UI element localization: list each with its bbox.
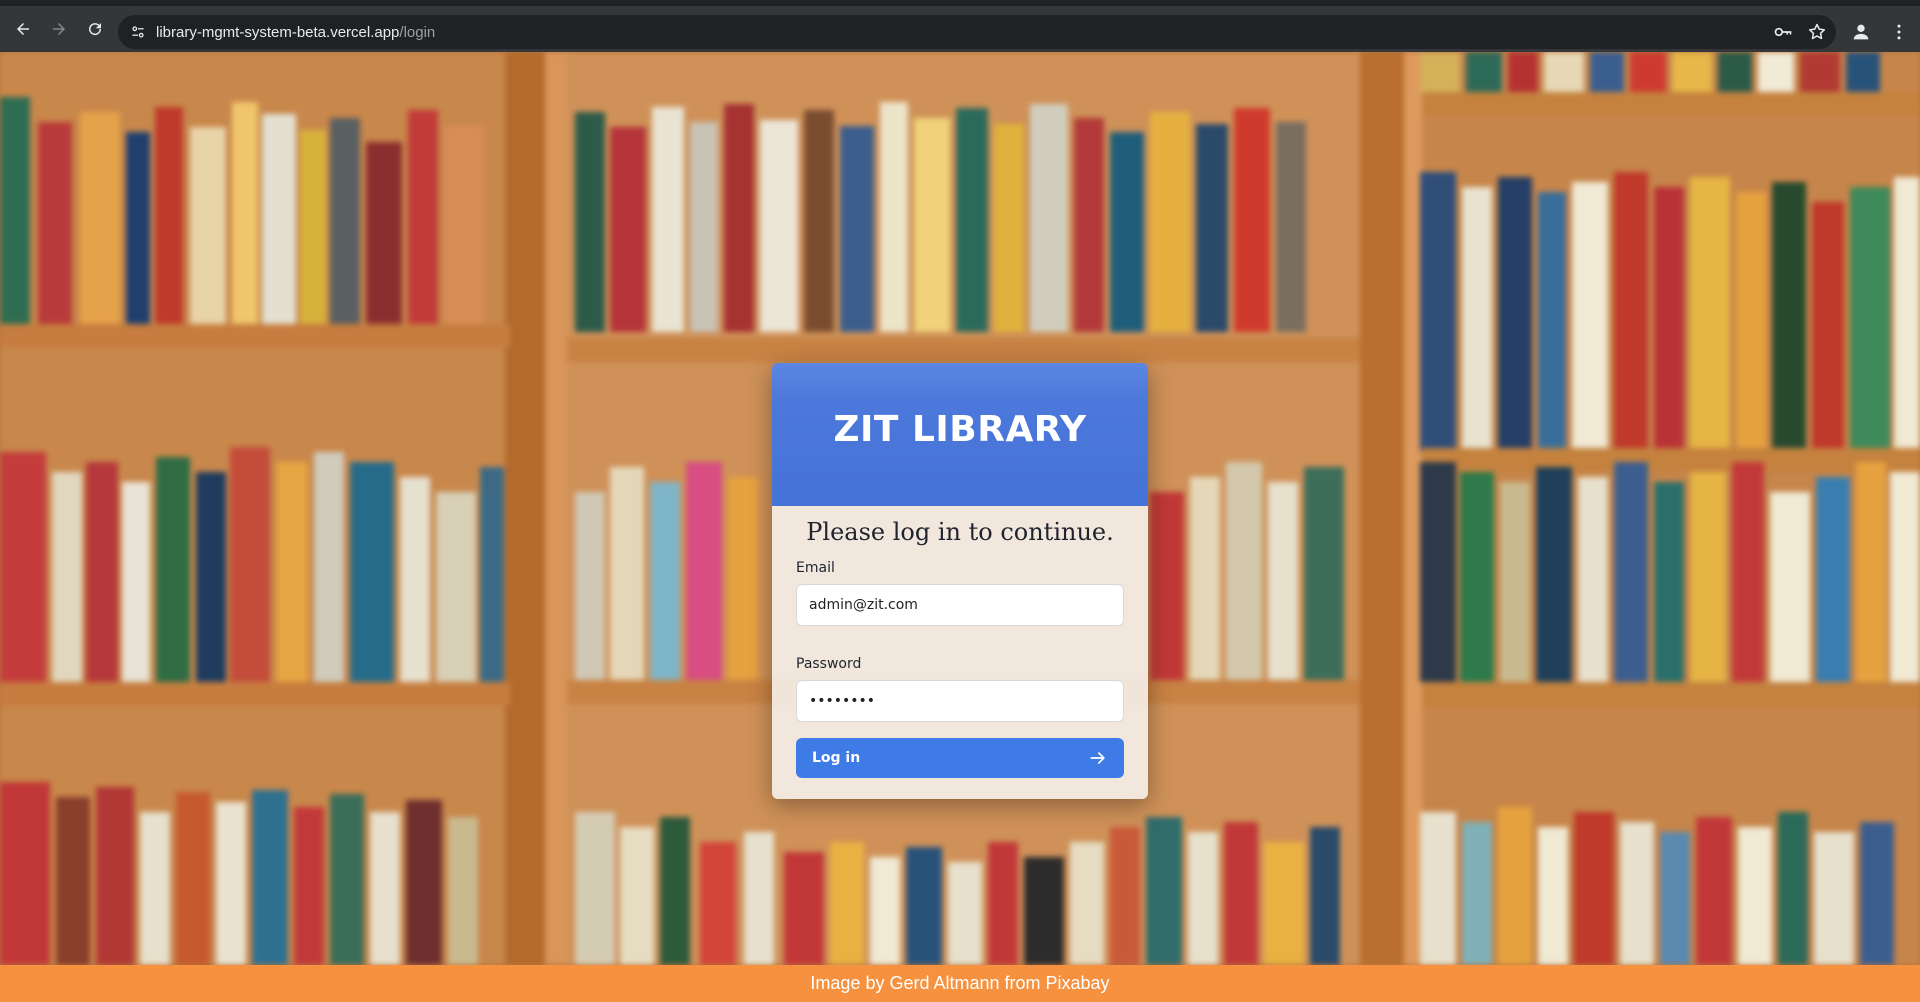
login-form: Please log in to continue. Email Passwor… — [772, 506, 1148, 799]
email-field[interactable] — [796, 584, 1124, 626]
browser-menu-button[interactable] — [1886, 19, 1912, 45]
reload-button[interactable] — [80, 14, 110, 44]
url-host: library-mgmt-system-beta.vercel.app — [156, 23, 400, 41]
login-page: ZIT LIBRARY Please log in to continue. E… — [0, 52, 1920, 965]
password-key-button[interactable] — [1772, 21, 1794, 43]
brand-title: ZIT LIBRARY — [833, 409, 1087, 450]
url-text[interactable]: library-mgmt-system-beta.vercel.app/logi… — [156, 24, 435, 41]
login-button[interactable]: Log in — [796, 738, 1124, 778]
password-label: Password — [796, 656, 862, 672]
address-bar[interactable]: library-mgmt-system-beta.vercel.app/logi… — [118, 15, 1836, 49]
site-info-icon — [132, 26, 144, 38]
login-button-label: Log in — [812, 750, 861, 766]
password-field[interactable] — [796, 680, 1124, 722]
bookmark-star-icon — [1808, 23, 1826, 40]
browser-toolbar: library-mgmt-system-beta.vercel.app/logi… — [0, 0, 1920, 52]
email-label: Email — [796, 560, 835, 576]
url-path: /login — [399, 23, 436, 41]
site-info-button[interactable] — [128, 22, 148, 42]
back-icon — [17, 23, 29, 35]
profile-button[interactable] — [1848, 19, 1874, 45]
bookmark-button[interactable] — [1806, 21, 1828, 43]
image-credit-footer: Image by Gerd Altmann from Pixabay — [0, 965, 1920, 1002]
arrow-right-icon — [1088, 748, 1108, 768]
login-card: ZIT LIBRARY Please log in to continue. E… — [772, 363, 1148, 799]
forward-icon — [53, 23, 65, 35]
reload-icon — [89, 23, 102, 36]
image-credit: Image by Gerd Altmann from Pixabay — [810, 973, 1110, 993]
login-subtitle: Please log in to continue. — [806, 518, 1114, 546]
password-key-icon — [1774, 27, 1792, 37]
menu-icon — [1897, 24, 1901, 40]
forward-button[interactable] — [44, 14, 74, 44]
profile-icon — [1853, 24, 1869, 40]
login-card-header: ZIT LIBRARY — [772, 363, 1148, 506]
back-button[interactable] — [8, 14, 38, 44]
